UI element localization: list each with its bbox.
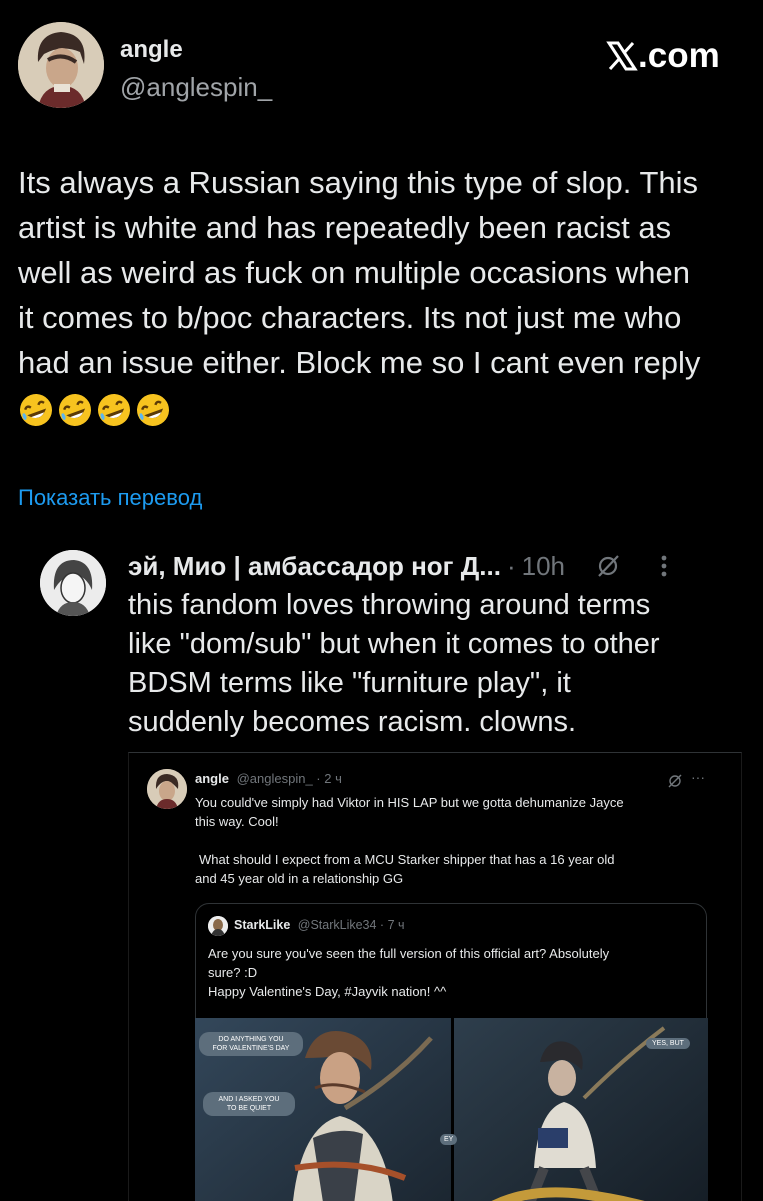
quoted-text-line: this fandom loves throwing around terms xyxy=(128,589,651,621)
quoted-text: this fandom loves throwing around terms … xyxy=(128,586,748,742)
post-text: Its always a Russian saying this type of… xyxy=(18,160,753,435)
laughing-emoji-icon xyxy=(59,394,91,426)
screenshot-avatar xyxy=(147,769,187,809)
quoted-avatar[interactable] xyxy=(40,550,106,616)
inner-text-line: Are you sure you've seen the full versio… xyxy=(208,946,610,961)
speech-bubble-4: EY xyxy=(440,1134,458,1145)
inner-avatar-illustration xyxy=(208,916,228,936)
x-logo-icon xyxy=(606,41,638,71)
laughing-emoji-icon xyxy=(20,394,52,426)
quoted-text-line: BDSM terms like "furniture play", it xyxy=(128,667,571,699)
avatar[interactable] xyxy=(18,22,104,108)
laughing-emoji-icon xyxy=(137,394,169,426)
inner-quote-card: StarkLike @StarkLike34 · 7 ч Are you sur… xyxy=(195,903,708,1201)
screenshot-text-line: this way. Cool! xyxy=(195,814,279,829)
more-options-icon[interactable] xyxy=(657,553,671,579)
user-handle[interactable]: @anglespin_ xyxy=(120,72,272,103)
screenshot-avatar-illustration xyxy=(147,769,187,809)
inner-header: StarkLike @StarkLike34 · 7 ч xyxy=(234,918,405,932)
post-text-line: had an issue either. Block me so I cant … xyxy=(18,345,701,380)
speech-bubble-2: AND I ASKED YOU TO BE QUIET xyxy=(203,1092,295,1116)
brand-logo: .com xyxy=(606,34,720,78)
quoted-separator: · xyxy=(506,550,516,581)
inner-handle-time: @StarkLike34 · 7 ч xyxy=(297,918,405,932)
speech-bubble-1: DO ANYTHING YOU FOR VALENTINE'S DAY xyxy=(199,1032,303,1056)
quoted-avatar-illustration xyxy=(40,550,106,616)
post-text-line: it comes to b/poc characters. Its not ju… xyxy=(18,300,682,335)
quoted-display-name[interactable]: эй, Мио | амбассадор ног Д... xyxy=(128,551,501,582)
bubble-2-line: TO BE QUIET xyxy=(226,1105,272,1112)
attached-screenshot[interactable]: angle @anglespin_ · 2 ч ··· You could've… xyxy=(128,752,742,1201)
inner-display-name: StarkLike xyxy=(234,918,291,932)
bubble-1-line: DO ANYTHING YOU xyxy=(218,1036,284,1043)
inner-text: Are you sure you've seen the full versio… xyxy=(208,944,698,1001)
inner-text-line: Happy Valentine's Day, #Jayvik nation! ^… xyxy=(208,984,447,999)
screenshot-text: You could've simply had Viktor in HIS LA… xyxy=(195,793,735,888)
inner-text-line: sure? :D xyxy=(208,965,258,980)
bubble-2-line: AND I ASKED YOU xyxy=(218,1096,280,1103)
show-translation-link[interactable]: Показать перевод xyxy=(18,485,202,511)
screenshot-display-name: angle xyxy=(195,771,229,786)
avatar-illustration xyxy=(18,22,104,108)
brand-text: .com xyxy=(638,36,720,75)
screenshot-text-line: You could've simply had Viktor in HIS LA… xyxy=(195,795,624,810)
post-text-line: Its always a Russian saying this type of… xyxy=(18,165,699,200)
quoted-header: эй, Мио | амбассадор ног Д... · 10h xyxy=(128,548,728,584)
art-panel-right: YES, BUT xyxy=(454,1018,708,1201)
screenshot-handle-time: @anglespin_ · 2 ч xyxy=(236,771,342,786)
quoted-text-line: like "dom/sub" but when it comes to othe… xyxy=(128,628,660,660)
quoted-time[interactable]: 10h xyxy=(522,551,565,582)
post-text-line: well as weird as fuck on multiple occasi… xyxy=(18,255,690,290)
screenshot-grok-icon xyxy=(668,774,682,788)
display-name[interactable]: angle xyxy=(120,36,183,64)
screenshot-more-icon: ··· xyxy=(691,769,705,785)
screenshot-text-line: What should I expect from a MCU Starker … xyxy=(199,852,615,867)
inner-avatar xyxy=(208,916,228,936)
art-panel-left: DO ANYTHING YOU FOR VALENTINE'S DAY AND … xyxy=(195,1018,451,1201)
post-text-line: artist is white and has repeatedly been … xyxy=(18,210,672,245)
screenshot-text-line: and 45 year old in a relationship GG xyxy=(195,871,404,886)
screenshot-header: angle @anglespin_ · 2 ч xyxy=(195,771,342,786)
quoted-text-line: suddenly becomes racism. clowns. xyxy=(128,706,577,738)
speech-bubble-3: YES, BUT xyxy=(646,1038,690,1049)
grok-icon[interactable] xyxy=(595,553,621,579)
laughing-emoji-icon xyxy=(98,394,130,426)
bubble-1-line: FOR VALENTINE'S DAY xyxy=(212,1045,290,1052)
emoji-row xyxy=(18,385,753,435)
